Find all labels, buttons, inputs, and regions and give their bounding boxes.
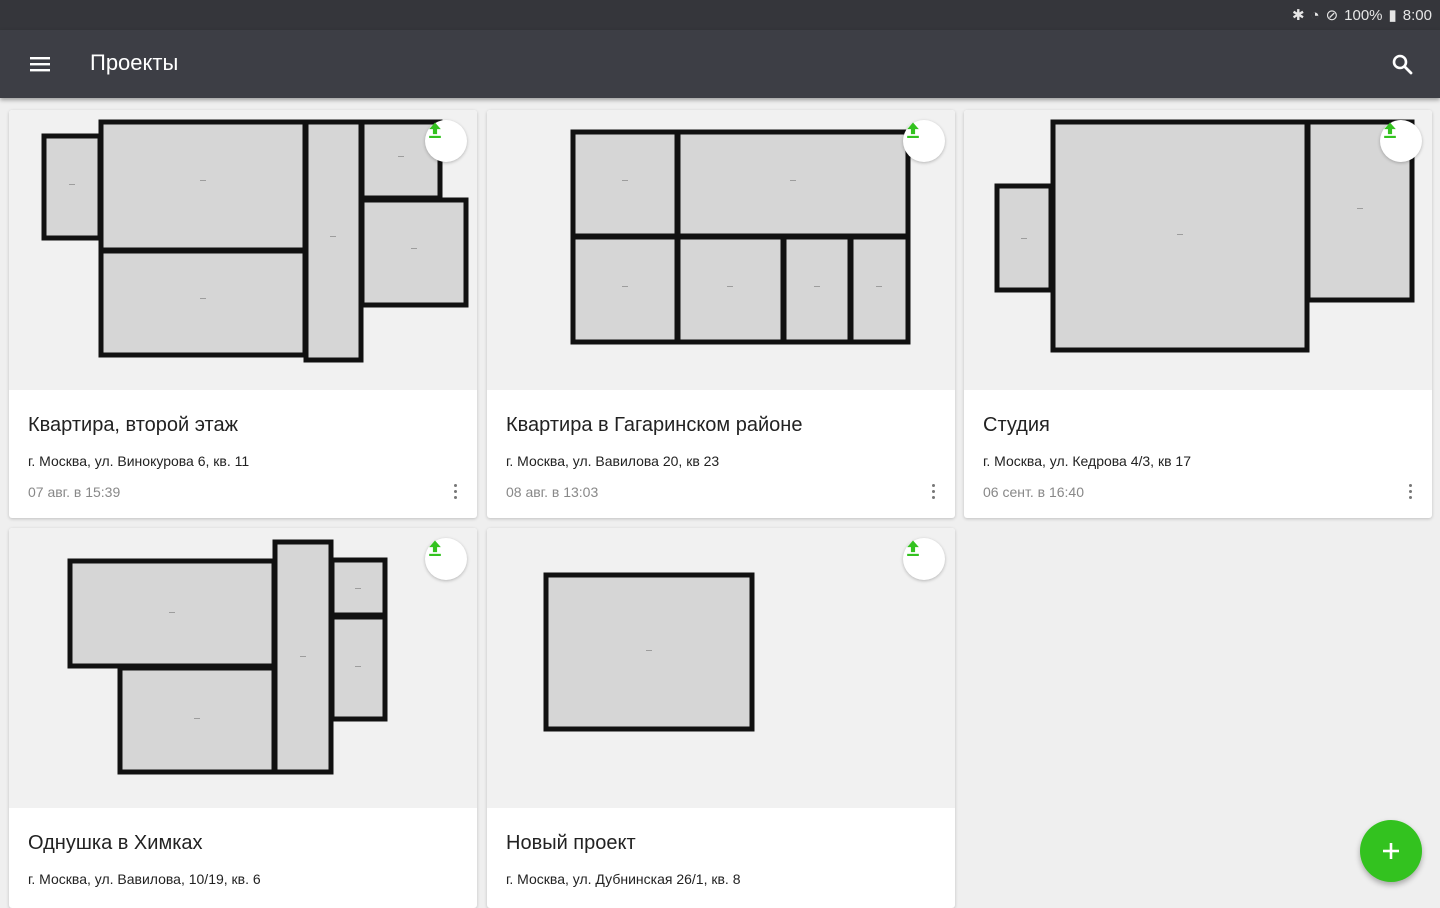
hamburger-menu-icon [30,57,50,72]
app-bar: Проекты [0,30,1440,98]
svg-text:—: — [727,284,733,290]
svg-text:—: — [330,234,336,240]
project-title: Новый проект [506,832,636,854]
upload-button[interactable] [425,538,467,580]
status-bar: ✱ ◔ ⊘ 100% ▮ 8:00 [0,0,1440,30]
svg-text:—: — [790,178,796,184]
floor-plan-thumbnail: — — — — — — [9,110,477,390]
svg-text:—: — [646,648,652,654]
svg-text:—: — [411,246,417,252]
project-title: Студия [983,414,1050,436]
project-title: Квартира в Гагаринском районе [506,414,803,436]
floor-plan-drawing: — — — [994,119,1415,353]
add-project-button[interactable] [1360,820,1422,882]
upload-icon [429,122,441,138]
upload-icon [1384,122,1396,138]
project-date: 08 авг. в 13:03 [506,484,599,500]
search-button[interactable] [1384,46,1420,82]
svg-text:—: — [398,154,404,160]
upload-icon [907,122,919,138]
more-vert-icon [453,483,457,487]
project-card[interactable]: — — — — — Однушка в Химках г. Москва, ул… [9,528,477,908]
floor-plan-thumbnail: — [487,528,955,808]
project-card[interactable]: — Новый проект г. Москва, ул. Дубнинская… [487,528,955,908]
floor-plan-thumbnail: — — — — — — [487,110,955,390]
project-card[interactable]: — — — — — — Квартира, второй этаж г. Мос… [9,110,477,518]
project-address: г. Москва, ул. Вавилова, 10/19, кв. 6 [28,871,261,887]
floor-plan-thumbnail: — — — [964,110,1432,390]
project-address: г. Москва, ул. Дубнинская 26/1, кв. 8 [506,871,741,887]
floor-plan-drawing: — — — — — — [570,129,911,345]
svg-text:—: — [622,178,628,184]
project-card[interactable]: — — — — — — Квартира в Гагаринском район… [487,110,955,518]
svg-text:—: — [200,178,206,184]
project-card[interactable]: — — — Студия г. Москва, ул. Кедрова 4/3,… [964,110,1432,518]
battery-percent: 100% [1344,6,1383,24]
search-icon [1392,54,1413,75]
project-date: 07 авг. в 15:39 [28,484,121,500]
more-options-button[interactable] [925,478,941,504]
floor-plan-thumbnail: — — — — — [9,528,477,808]
svg-text:—: — [200,296,206,302]
more-vert-icon [1408,483,1412,487]
project-address: г. Москва, ул. Кедрова 4/3, кв 17 [983,453,1191,469]
upload-button[interactable] [1380,120,1422,162]
upload-button[interactable] [903,538,945,580]
upload-button[interactable] [425,120,467,162]
svg-text:—: — [169,610,175,616]
svg-text:—: — [69,182,75,188]
svg-text:—: — [814,284,820,290]
page-title: Проекты [90,50,179,75]
project-date: 06 сент. в 16:40 [983,484,1084,500]
svg-text:—: — [1357,206,1363,212]
more-options-button[interactable] [447,478,463,504]
bluetooth-icon: ✱ [1291,7,1305,24]
svg-text:—: — [622,284,628,290]
project-title: Однушка в Химках [28,832,203,854]
project-title: Квартира, второй этаж [28,414,238,436]
svg-text:—: — [355,586,361,592]
floor-plan-drawing: — — — — — [67,539,388,775]
svg-text:—: — [1021,236,1027,242]
clock: 8:00 [1402,6,1432,24]
project-address: г. Москва, ул. Винокурова 6, кв. 11 [28,453,250,469]
menu-button[interactable] [22,46,58,82]
svg-text:—: — [355,664,361,670]
floor-plan-drawing: — — — — — — [41,119,469,363]
svg-text:—: — [1177,232,1183,238]
more-vert-icon [931,483,935,487]
upload-icon [907,540,919,556]
more-options-button[interactable] [1402,478,1418,504]
wifi-icon: ◔ [1310,6,1320,24]
plus-icon [1383,843,1399,859]
status-icons: ✱ ◔ ⊘ 100% ▮ 8:00 [1291,6,1432,25]
upload-button[interactable] [903,120,945,162]
floor-plan-drawing: — [543,572,755,732]
svg-text:—: — [300,654,306,660]
upload-icon [429,540,441,556]
battery-icon: ▮ [1388,7,1397,24]
alarm-icon: ⊘ [1325,7,1339,24]
svg-text:—: — [876,284,882,290]
project-address: г. Москва, ул. Вавилова 20, кв 23 [506,453,720,469]
svg-text:—: — [194,716,200,722]
